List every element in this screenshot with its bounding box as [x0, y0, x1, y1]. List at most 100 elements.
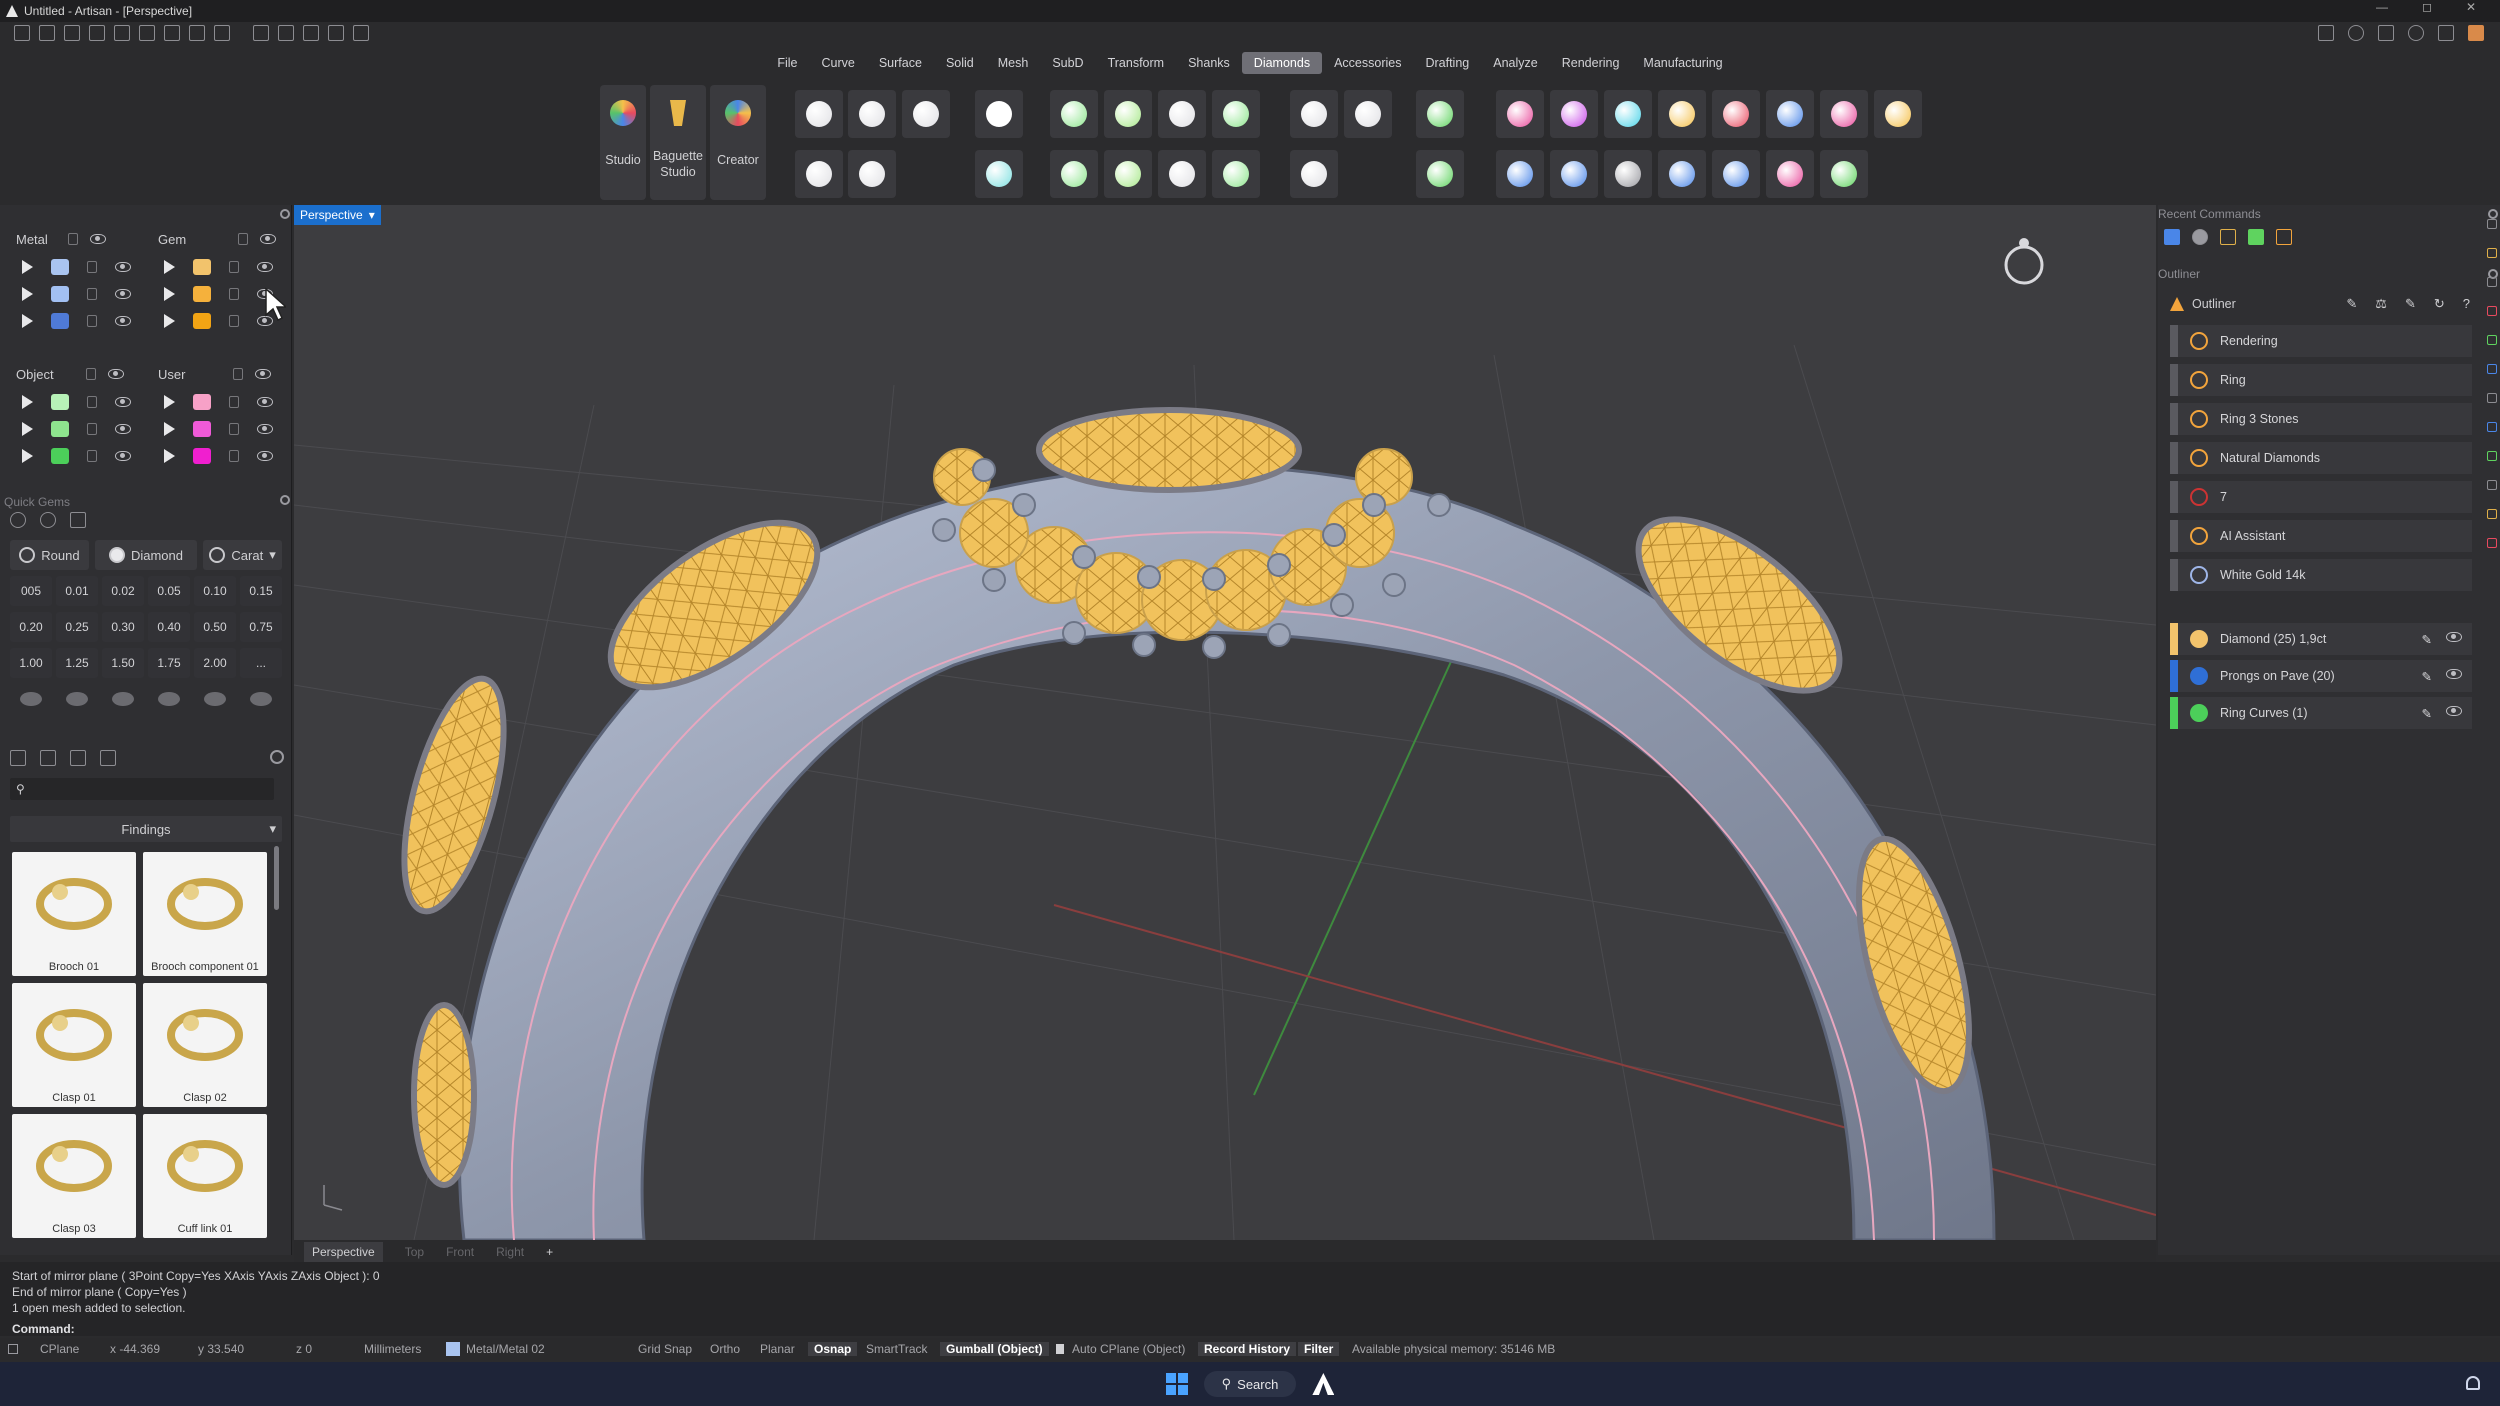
layer-color-swatch[interactable] — [193, 447, 211, 464]
artisan-taskbar-icon[interactable] — [1312, 1373, 1335, 1395]
viewport-tab-right[interactable]: Right — [496, 1245, 524, 1259]
ribbon-tool-button[interactable] — [795, 90, 843, 138]
gem-size-button[interactable]: 2.00 — [194, 648, 236, 678]
recent-command-icon[interactable] — [2276, 229, 2292, 245]
add-viewport-icon[interactable]: + — [546, 1245, 553, 1259]
recent-command-icon[interactable] — [2164, 229, 2180, 245]
windows-start-icon[interactable] — [1165, 1373, 1188, 1395]
help-icon[interactable] — [2408, 25, 2424, 41]
lock-icon[interactable] — [229, 395, 239, 408]
edit-icon[interactable]: ✎ — [2422, 669, 2432, 684]
layer-row[interactable] — [142, 442, 282, 469]
library-scrollbar[interactable] — [274, 846, 279, 910]
link-icon[interactable] — [2438, 25, 2454, 41]
open-folder-icon[interactable] — [64, 25, 80, 41]
eye-icon[interactable] — [115, 423, 131, 434]
baguette-studio-button[interactable]: Baguette Studio — [650, 85, 706, 200]
viewport-tab-top[interactable]: Top — [405, 1245, 424, 1259]
outliner-item[interactable]: Ring — [2170, 364, 2472, 396]
lock-icon[interactable] — [87, 449, 97, 462]
viewport-tab-perspective[interactable]: Perspective — [304, 1242, 383, 1262]
undo-icon[interactable] — [114, 25, 130, 41]
lock-icon[interactable] — [233, 368, 244, 380]
panel-gear-icon[interactable] — [280, 209, 290, 219]
ring-view-icon[interactable] — [2004, 238, 2044, 285]
ribbon-tool-button[interactable] — [1496, 150, 1544, 198]
lock-icon[interactable] — [229, 449, 239, 462]
library-open-icon[interactable] — [10, 750, 26, 766]
recent-command-icon[interactable] — [2248, 229, 2264, 245]
ribbon-tool-button[interactable] — [1416, 90, 1464, 138]
ribbon-tool-button[interactable] — [1104, 90, 1152, 138]
eye-icon[interactable] — [257, 396, 273, 407]
eye-icon[interactable] — [255, 369, 272, 379]
ribbon-tool-button[interactable] — [975, 150, 1023, 198]
eye-icon[interactable] — [115, 396, 131, 407]
gem-wand-icon[interactable] — [70, 512, 86, 528]
library-item[interactable]: Clasp 03 — [12, 1114, 136, 1238]
array-icon[interactable] — [328, 25, 344, 41]
ribbon-tool-button[interactable] — [1212, 150, 1260, 198]
ribbon-tool-button[interactable] — [795, 150, 843, 198]
menu-subd[interactable]: SubD — [1040, 52, 1095, 74]
export-icon[interactable] — [214, 25, 230, 41]
outliner-item[interactable]: AI Assistant — [2170, 520, 2472, 552]
play-icon[interactable] — [22, 313, 33, 328]
studio-button[interactable]: Studio — [600, 85, 646, 200]
marquise-diamond[interactable] — [1036, 407, 1302, 493]
layer-row[interactable] — [0, 415, 140, 442]
gem-size-button[interactable]: 0.02 — [102, 576, 144, 606]
menu-surface[interactable]: Surface — [867, 52, 934, 74]
gem-size-button[interactable]: 1.25 — [56, 648, 98, 678]
library-item[interactable]: Brooch 01 — [12, 852, 136, 976]
ribbon-tool-button[interactable] — [1712, 150, 1760, 198]
outliner-item[interactable]: White Gold 14k — [2170, 559, 2472, 591]
layer-row[interactable] — [142, 253, 282, 280]
layer-color-swatch[interactable] — [193, 420, 211, 437]
gem-size-button[interactable]: 0.10 — [194, 576, 236, 606]
menu-shanks[interactable]: Shanks — [1176, 52, 1242, 74]
transform-icon[interactable] — [303, 25, 319, 41]
gem-profile-button[interactable] — [10, 684, 52, 714]
box-icon[interactable] — [2378, 25, 2394, 41]
status-units[interactable]: Millimeters — [364, 1342, 421, 1356]
library-item[interactable]: Clasp 01 — [12, 983, 136, 1107]
osnap-toggle[interactable]: Osnap — [808, 1342, 858, 1356]
gem-profile-button[interactable] — [102, 684, 144, 714]
side-tool-icon[interactable] — [2487, 393, 2497, 403]
layer-row[interactable] — [0, 307, 140, 334]
close-icon[interactable]: ✕ — [2466, 0, 2476, 14]
library-folder-icon[interactable] — [40, 750, 56, 766]
layer-color-swatch[interactable] — [51, 312, 69, 329]
side-tool-icon[interactable] — [2487, 335, 2497, 345]
lock-icon[interactable] — [229, 260, 239, 273]
help-icon[interactable]: ? — [2463, 296, 2470, 312]
select-icon[interactable] — [278, 25, 294, 41]
ribbon-tool-button[interactable] — [1212, 90, 1260, 138]
notification-bell-icon[interactable] — [2466, 1376, 2480, 1390]
library-item[interactable]: Brooch component 01 — [143, 852, 267, 976]
gem-unit-select[interactable]: Carat ▾ — [203, 540, 282, 570]
ribbon-tool-button[interactable] — [1604, 150, 1652, 198]
eye-icon[interactable] — [115, 450, 131, 461]
template-icon[interactable] — [39, 25, 55, 41]
eye-icon[interactable] — [2446, 668, 2462, 679]
ribbon-tool-button[interactable] — [1550, 90, 1598, 138]
gem-profile-button[interactable] — [56, 684, 98, 714]
menu-curve[interactable]: Curve — [810, 52, 867, 74]
layer-color-swatch[interactable] — [193, 258, 211, 275]
layer-row[interactable] — [142, 415, 282, 442]
menu-rendering[interactable]: Rendering — [1550, 52, 1632, 74]
panel-toggle-icon[interactable] — [8, 1344, 18, 1354]
side-tool-icon[interactable] — [2487, 306, 2497, 316]
lock-icon[interactable] — [87, 395, 97, 408]
menu-mesh[interactable]: Mesh — [986, 52, 1041, 74]
gem-size-button[interactable]: 0.40 — [148, 612, 190, 642]
refresh-icon[interactable]: ↻ — [2434, 296, 2445, 312]
outliner-item[interactable]: Rendering — [2170, 325, 2472, 357]
side-tool-icon[interactable] — [2487, 480, 2497, 490]
gem-size-button[interactable]: 0.50 — [194, 612, 236, 642]
smarttrack-toggle[interactable]: SmartTrack — [866, 1342, 928, 1356]
ribbon-tool-button[interactable] — [975, 90, 1023, 138]
gem-profile-button[interactable] — [240, 684, 282, 714]
